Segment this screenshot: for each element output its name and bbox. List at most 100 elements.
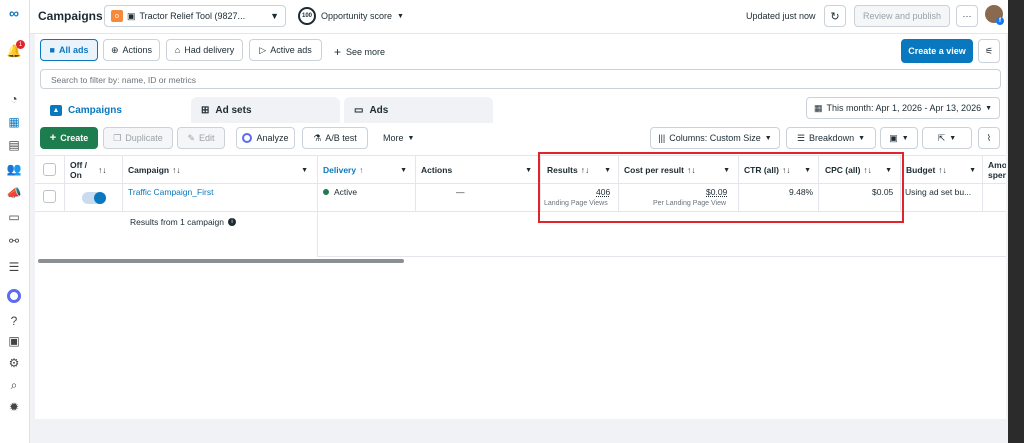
updated-status: Updated just now: [746, 11, 816, 21]
header-off-on-label: Off / On: [70, 160, 87, 180]
header-cpc[interactable]: CPC (all) ↑↓ ▼: [825, 157, 898, 183]
results-subtitle: Landing Page Views: [544, 200, 608, 207]
create-view-button[interactable]: Create a view: [901, 39, 973, 63]
search-icon[interactable]: ⌕: [5, 376, 23, 394]
billing-card-icon[interactable]: ▭: [5, 208, 23, 226]
page-title: Campaigns: [38, 9, 103, 23]
date-range-picker[interactable]: ▦ This month: Apr 1, 2026 - Apr 13, 2026 ▼: [806, 97, 1000, 119]
header-results-label: Results: [547, 165, 578, 175]
more-options-button[interactable]: ···: [956, 5, 978, 27]
analyze-label: Analyze: [256, 133, 289, 143]
filter-all-ads-label: All ads: [58, 45, 89, 55]
tab-ads[interactable]: ▭ Ads: [344, 97, 493, 123]
opportunity-score[interactable]: 100 Opportunity score ▼: [298, 7, 404, 25]
filter-actions[interactable]: ⊕ Actions: [103, 39, 160, 61]
col-divider: [415, 155, 416, 211]
campaign-toggle[interactable]: [82, 192, 106, 204]
facebook-icon: f: [996, 17, 1004, 25]
header-actions[interactable]: Actions ▼: [421, 157, 538, 183]
filter-had-delivery[interactable]: ⌂ Had delivery: [166, 39, 243, 61]
header-delivery-label: Delivery: [323, 165, 357, 175]
campaign-name-link[interactable]: Traffic Campaign_First: [128, 187, 214, 197]
chevron-down-icon: ▼: [858, 134, 866, 142]
analyze-button[interactable]: Analyze: [236, 127, 295, 149]
chevron-down-icon: ▼: [985, 104, 993, 112]
dashboard-icon[interactable]: ◔: [5, 90, 23, 108]
header-campaign[interactable]: Campaign ↑↓ ▼: [128, 157, 314, 183]
sort-icon: ↑↓: [98, 165, 107, 175]
settings-gear-icon[interactable]: ⚙: [5, 354, 23, 372]
calendar-icon: ▦: [813, 102, 823, 113]
date-range-label: This month: Apr 1, 2026 - Apr 13, 2026: [826, 103, 982, 113]
chevron-down-icon: ▼: [885, 166, 892, 174]
breakdown-icon: ☰: [796, 132, 806, 143]
chevron-down-icon: ▼: [270, 11, 279, 21]
export-dropdown[interactable]: ▣ ▼: [880, 127, 918, 149]
tab-ad-sets-label: Ad sets: [215, 104, 252, 116]
header-campaign-label: Campaign: [128, 165, 170, 175]
chart-icon: ⌇: [986, 132, 992, 143]
breakdown-label: Breakdown: [809, 133, 855, 143]
edit-label: Edit: [199, 133, 215, 143]
tab-ad-sets[interactable]: ⊞ Ad sets: [191, 97, 340, 123]
cpc-value: $0.05: [872, 187, 894, 197]
chevron-down-icon: ▼: [301, 166, 308, 174]
meta-logo-icon[interactable]: ∞: [5, 4, 23, 22]
header-cpc-label: CPC (all): [825, 165, 861, 175]
menu-icon[interactable]: ☰: [5, 258, 23, 276]
cost-per-result-value[interactable]: $0.09: [706, 187, 727, 197]
horizontal-scrollbar[interactable]: [38, 259, 404, 263]
chart-view-button[interactable]: ⌇: [978, 127, 1000, 149]
results-value[interactable]: 406: [596, 187, 610, 197]
create-button[interactable]: + Create: [40, 127, 98, 149]
reports-icon[interactable]: ▣: [5, 332, 23, 350]
search-filter-input[interactable]: Search to filter by: name, ID or metrics: [40, 69, 1001, 89]
tab-campaigns[interactable]: ▲ Campaigns: [40, 97, 187, 123]
customize-button[interactable]: ⚟: [978, 39, 1000, 63]
help-icon[interactable]: ?: [5, 312, 23, 330]
audiences-icon[interactable]: 👥: [5, 160, 23, 178]
info-icon[interactable]: i: [228, 218, 237, 226]
more-dropdown[interactable]: More ▼: [383, 133, 414, 143]
header-cpr-label: Cost per result: [624, 165, 684, 175]
events-icon[interactable]: ⚯: [5, 232, 23, 250]
pages-icon[interactable]: ▤: [5, 136, 23, 154]
header-results[interactable]: Results ↑↓ ▼: [547, 157, 617, 183]
delivery-status: Active: [334, 187, 358, 197]
row-checkbox[interactable]: [43, 190, 56, 203]
see-more-filters[interactable]: + See more: [334, 45, 385, 59]
share-icon: ⇱: [937, 132, 946, 143]
select-all-checkbox[interactable]: [43, 163, 56, 176]
header-amount-spent[interactable]: Amo spen: [988, 157, 1006, 183]
header-delivery[interactable]: Delivery ↑ ▼: [323, 157, 413, 183]
header-ctr[interactable]: CTR (all) ↑↓ ▼: [744, 157, 817, 183]
megaphone-icon[interactable]: 📣: [5, 184, 23, 202]
filter-all-ads[interactable]: ■ All ads: [40, 39, 98, 61]
header-off-on[interactable]: Off / On ↑↓: [70, 157, 120, 183]
review-publish-button[interactable]: Review and publish: [854, 5, 950, 27]
campaigns-table-icon[interactable]: ▦: [5, 113, 23, 131]
right-dark-strip: [1008, 0, 1024, 443]
header-budget[interactable]: Budget ↑↓ ▼: [906, 157, 982, 183]
filter-had-delivery-label: Had delivery: [184, 45, 235, 55]
ab-test-button[interactable]: ⚗ A/B test: [302, 127, 368, 149]
bug-icon[interactable]: ✹: [5, 398, 23, 416]
ad-account-selector[interactable]: o ▣ Tractor Relief Tool (9827... ▼: [104, 5, 286, 27]
actions-value: —: [456, 187, 465, 197]
sort-icon: ↑↓: [938, 165, 947, 175]
col-divider: [122, 155, 123, 211]
edit-button[interactable]: ✎ Edit: [177, 127, 225, 149]
col-divider: [540, 155, 541, 211]
filter-active-ads[interactable]: ▷ Active ads: [249, 39, 322, 61]
columns-dropdown[interactable]: ||| Columns: Custom Size ▼: [650, 127, 780, 149]
refresh-button[interactable]: ↻: [824, 5, 846, 27]
share-dropdown[interactable]: ⇱ ▼: [922, 127, 972, 149]
columns-label: Columns: Custom Size: [669, 133, 761, 143]
account-icon: o: [111, 10, 123, 22]
breakdown-dropdown[interactable]: ☰ Breakdown ▼: [786, 127, 876, 149]
duplicate-button[interactable]: ❐ Duplicate: [103, 127, 173, 149]
active-status-dot: [323, 189, 329, 195]
sort-icon: ↑↓: [172, 165, 181, 175]
header-cost-per-result[interactable]: Cost per result ↑↓ ▼: [624, 157, 736, 183]
meta-ai-icon[interactable]: [7, 289, 21, 303]
